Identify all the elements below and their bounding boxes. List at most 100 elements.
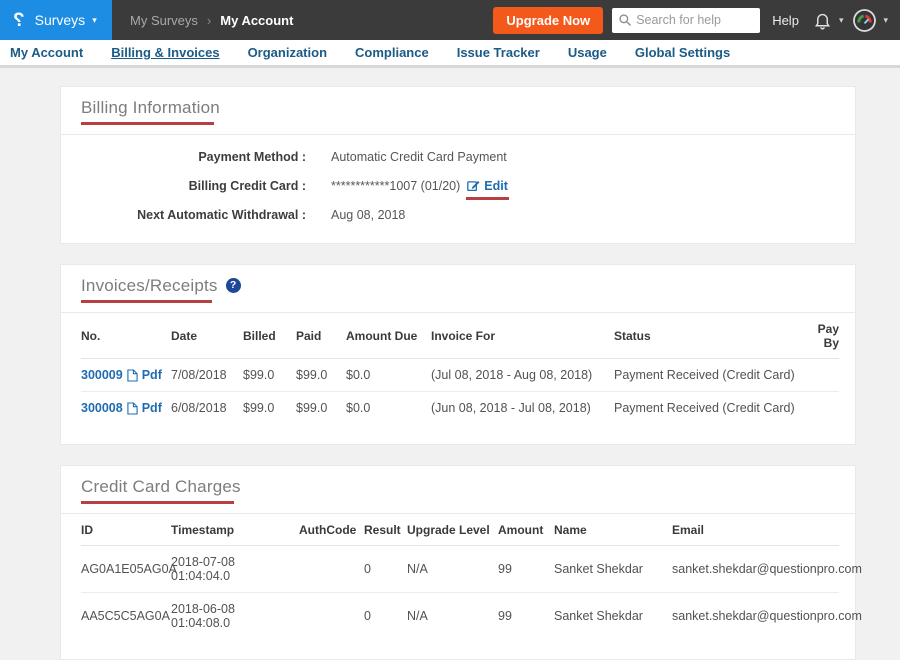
bell-icon: [813, 11, 832, 30]
breadcrumb-current: My Account: [220, 13, 293, 28]
invoices-receipts-title: Invoices/Receipts: [81, 276, 218, 303]
product-switcher[interactable]: ? Surveys ▾: [0, 0, 112, 40]
charge-amount: 99: [498, 593, 554, 640]
col-pay-by: Pay By: [801, 313, 839, 359]
invoice-paid: $99.0: [296, 392, 346, 425]
col-amount-due: Amount Due: [346, 313, 431, 359]
charge-id: AG0A1E05AG0A: [81, 546, 171, 593]
upgrade-now-button[interactable]: Upgrade Now: [493, 7, 603, 34]
tab-billing-invoices[interactable]: Billing & Invoices: [97, 45, 233, 60]
invoices-header-row: No. Date Billed Paid Amount Due Invoice …: [81, 313, 839, 359]
chevron-down-icon: ▾: [883, 16, 888, 25]
invoice-date: 6/08/2018: [171, 392, 243, 425]
invoices-table: No. Date Billed Paid Amount Due Invoice …: [81, 313, 839, 424]
top-bar: ? Surveys ▾ My Surveys › My Account Upgr…: [0, 0, 900, 40]
account-menu[interactable]: ▾: [853, 9, 888, 32]
chevron-down-icon: ▾: [839, 16, 844, 25]
help-search: [612, 8, 760, 33]
charges-header-row: ID Timestamp AuthCode Result Upgrade Lev…: [81, 514, 839, 546]
invoice-pdf-link[interactable]: Pdf: [142, 368, 162, 382]
invoice-billed: $99.0: [243, 359, 296, 392]
invoice-number-link[interactable]: 300008: [81, 401, 123, 415]
tab-my-account[interactable]: My Account: [10, 45, 97, 60]
col-status: Status: [614, 313, 801, 359]
payment-method-value: Automatic Credit Card Payment: [331, 150, 507, 164]
charge-row: AG0A1E05AG0A 2018-07-08 01:04:04.0 0 N/A…: [81, 546, 839, 593]
billing-information-card: Billing Information Payment Method : Aut…: [60, 86, 856, 244]
billing-information-title: Billing Information: [81, 98, 220, 125]
invoice-date: 7/08/2018: [171, 359, 243, 392]
charge-authcode: [299, 546, 364, 593]
col-name: Name: [554, 514, 672, 546]
tab-usage[interactable]: Usage: [554, 45, 621, 60]
col-id: ID: [81, 514, 171, 546]
credit-card-charges-title: Credit Card Charges: [81, 477, 241, 504]
pdf-file-icon: [127, 402, 138, 415]
charge-upgrade-level: N/A: [407, 546, 498, 593]
col-timestamp: Timestamp: [171, 514, 299, 546]
charge-name: Sanket Shekdar: [554, 546, 672, 593]
invoice-for: (Jun 08, 2018 - Jul 08, 2018): [431, 392, 614, 425]
pdf-file-icon: [127, 369, 138, 382]
charge-amount: 99: [498, 546, 554, 593]
help-question-icon[interactable]: ?: [226, 278, 241, 293]
charge-name: Sanket Shekdar: [554, 593, 672, 640]
col-result: Result: [364, 514, 407, 546]
col-email: Email: [672, 514, 839, 546]
product-label: Surveys: [35, 12, 86, 28]
invoice-row: 300009 Pdf 7/08/2018 $99.0 $99.0 $0.0 (J…: [81, 359, 839, 392]
invoice-billed: $99.0: [243, 392, 296, 425]
payment-method-row: Payment Method : Automatic Credit Card P…: [81, 142, 835, 171]
charge-authcode: [299, 593, 364, 640]
tab-compliance[interactable]: Compliance: [341, 45, 443, 60]
col-amount: Amount: [498, 514, 554, 546]
col-date: Date: [171, 313, 243, 359]
edit-card-link[interactable]: Edit: [484, 179, 508, 193]
account-nav-tabs: My Account Billing & Invoices Organizati…: [0, 40, 900, 68]
invoice-status: Payment Received (Credit Card): [614, 359, 801, 392]
search-icon: [618, 13, 632, 27]
col-paid: Paid: [296, 313, 346, 359]
help-link[interactable]: Help: [772, 13, 799, 28]
charge-id: AA5C5C5AG0A: [81, 593, 171, 640]
invoice-pdf-link[interactable]: Pdf: [142, 401, 162, 415]
next-withdrawal-label: Next Automatic Withdrawal :: [81, 208, 306, 222]
tab-global-settings[interactable]: Global Settings: [621, 45, 744, 60]
breadcrumb-parent[interactable]: My Surveys: [130, 13, 198, 28]
invoice-status: Payment Received (Credit Card): [614, 392, 801, 425]
charges-table: ID Timestamp AuthCode Result Upgrade Lev…: [81, 514, 839, 639]
charge-result: 0: [364, 546, 407, 593]
breadcrumb-separator-icon: ›: [207, 13, 211, 28]
chevron-down-icon: ▾: [92, 16, 97, 25]
invoice-pay-by: [801, 359, 839, 392]
col-billed: Billed: [243, 313, 296, 359]
questionpro-logo-icon: ?: [13, 11, 25, 30]
credit-card-charges-card: Credit Card Charges ID Timestamp AuthCod…: [60, 465, 856, 660]
tab-organization[interactable]: Organization: [234, 45, 341, 60]
search-input[interactable]: [612, 8, 760, 33]
billing-credit-card-value: ************1007 (01/20): [331, 179, 460, 193]
edit-pencil-icon: [467, 179, 480, 192]
charge-email: sanket.shekdar@questionpro.com: [672, 546, 839, 593]
invoice-paid: $99.0: [296, 359, 346, 392]
billing-credit-card-label: Billing Credit Card :: [81, 179, 306, 193]
invoice-number-link[interactable]: 300009: [81, 368, 123, 382]
col-upgrade-level: Upgrade Level: [407, 514, 498, 546]
invoice-amount-due: $0.0: [346, 359, 431, 392]
payment-method-label: Payment Method :: [81, 150, 306, 164]
notifications-menu[interactable]: ▾: [813, 11, 844, 30]
edit-card-action[interactable]: Edit: [467, 179, 508, 193]
next-withdrawal-value: Aug 08, 2018: [331, 208, 405, 222]
charge-upgrade-level: N/A: [407, 593, 498, 640]
next-withdrawal-row: Next Automatic Withdrawal : Aug 08, 2018: [81, 200, 835, 229]
invoice-row: 300008 Pdf 6/08/2018 $99.0 $99.0 $0.0 (J…: [81, 392, 839, 425]
col-no: No.: [81, 313, 171, 359]
col-authcode: AuthCode: [299, 514, 364, 546]
charge-result: 0: [364, 593, 407, 640]
tab-issue-tracker[interactable]: Issue Tracker: [443, 45, 554, 60]
billing-credit-card-row: Billing Credit Card : ************1007 (…: [81, 171, 835, 200]
charge-row: AA5C5C5AG0A 2018-06-08 01:04:08.0 0 N/A …: [81, 593, 839, 640]
main-content: Billing Information Payment Method : Aut…: [0, 68, 900, 660]
avatar: [853, 9, 876, 32]
invoice-for: (Jul 08, 2018 - Aug 08, 2018): [431, 359, 614, 392]
